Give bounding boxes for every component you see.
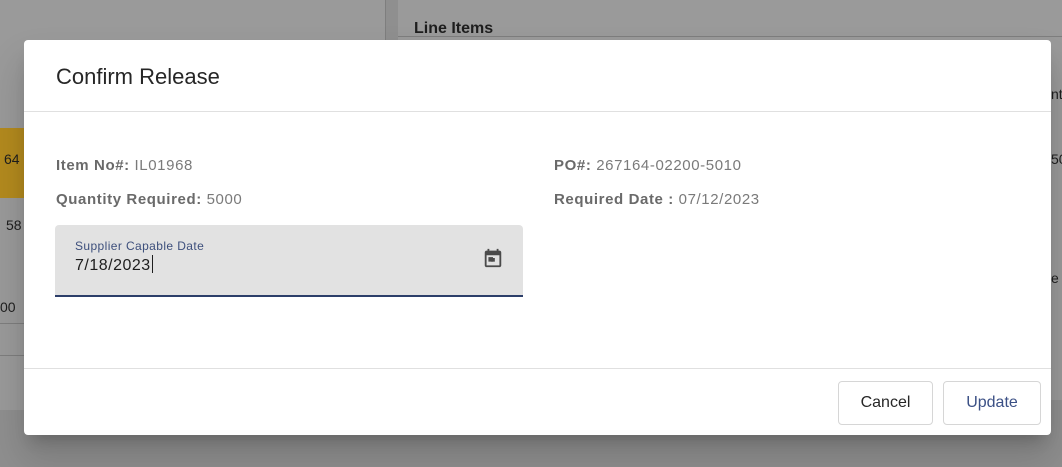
calendar-icon[interactable] — [482, 247, 504, 269]
background-fragment: e — [1051, 270, 1059, 286]
background-fragment: nt — [1051, 86, 1062, 102]
po-field: PO#: 267164-02200-5010 — [554, 157, 742, 174]
background-fragment: 64 — [4, 151, 20, 167]
dialog-title: Confirm Release — [56, 64, 220, 89]
required-date-label: Required Date : — [554, 191, 674, 208]
quantity-label: Quantity Required: — [56, 191, 202, 208]
supplier-capable-date-value[interactable]: 7/18/2023 — [75, 255, 153, 275]
po-value: 267164-02200-5010 — [596, 157, 742, 174]
background-divider — [398, 36, 1062, 37]
item-no-value: IL01968 — [134, 157, 193, 174]
dialog-body: Item No#: IL01968 Quantity Required: 500… — [24, 112, 1051, 368]
quantity-value: 5000 — [206, 191, 243, 208]
confirm-release-dialog: Confirm Release Item No#: IL01968 Quanti… — [24, 40, 1051, 435]
cancel-button[interactable]: Cancel — [838, 381, 933, 425]
background-fragment: 50 — [1051, 151, 1062, 167]
dialog-header: Confirm Release — [24, 40, 1051, 112]
dialog-footer: Cancel Update — [24, 368, 1051, 435]
quantity-field: Quantity Required: 5000 — [56, 191, 242, 208]
item-no-field: Item No#: IL01968 — [56, 157, 193, 174]
background-fragment: 58 — [6, 217, 22, 233]
required-date-value: 07/12/2023 — [678, 191, 760, 208]
supplier-capable-date-input[interactable]: Supplier Capable Date 7/18/2023 — [55, 225, 523, 297]
update-button[interactable]: Update — [943, 381, 1041, 425]
po-label: PO#: — [554, 157, 592, 174]
item-no-label: Item No#: — [56, 157, 130, 174]
supplier-capable-date-label: Supplier Capable Date — [75, 239, 205, 253]
background-fragment: 00 — [0, 299, 16, 315]
required-date-field: Required Date : 07/12/2023 — [554, 191, 760, 208]
